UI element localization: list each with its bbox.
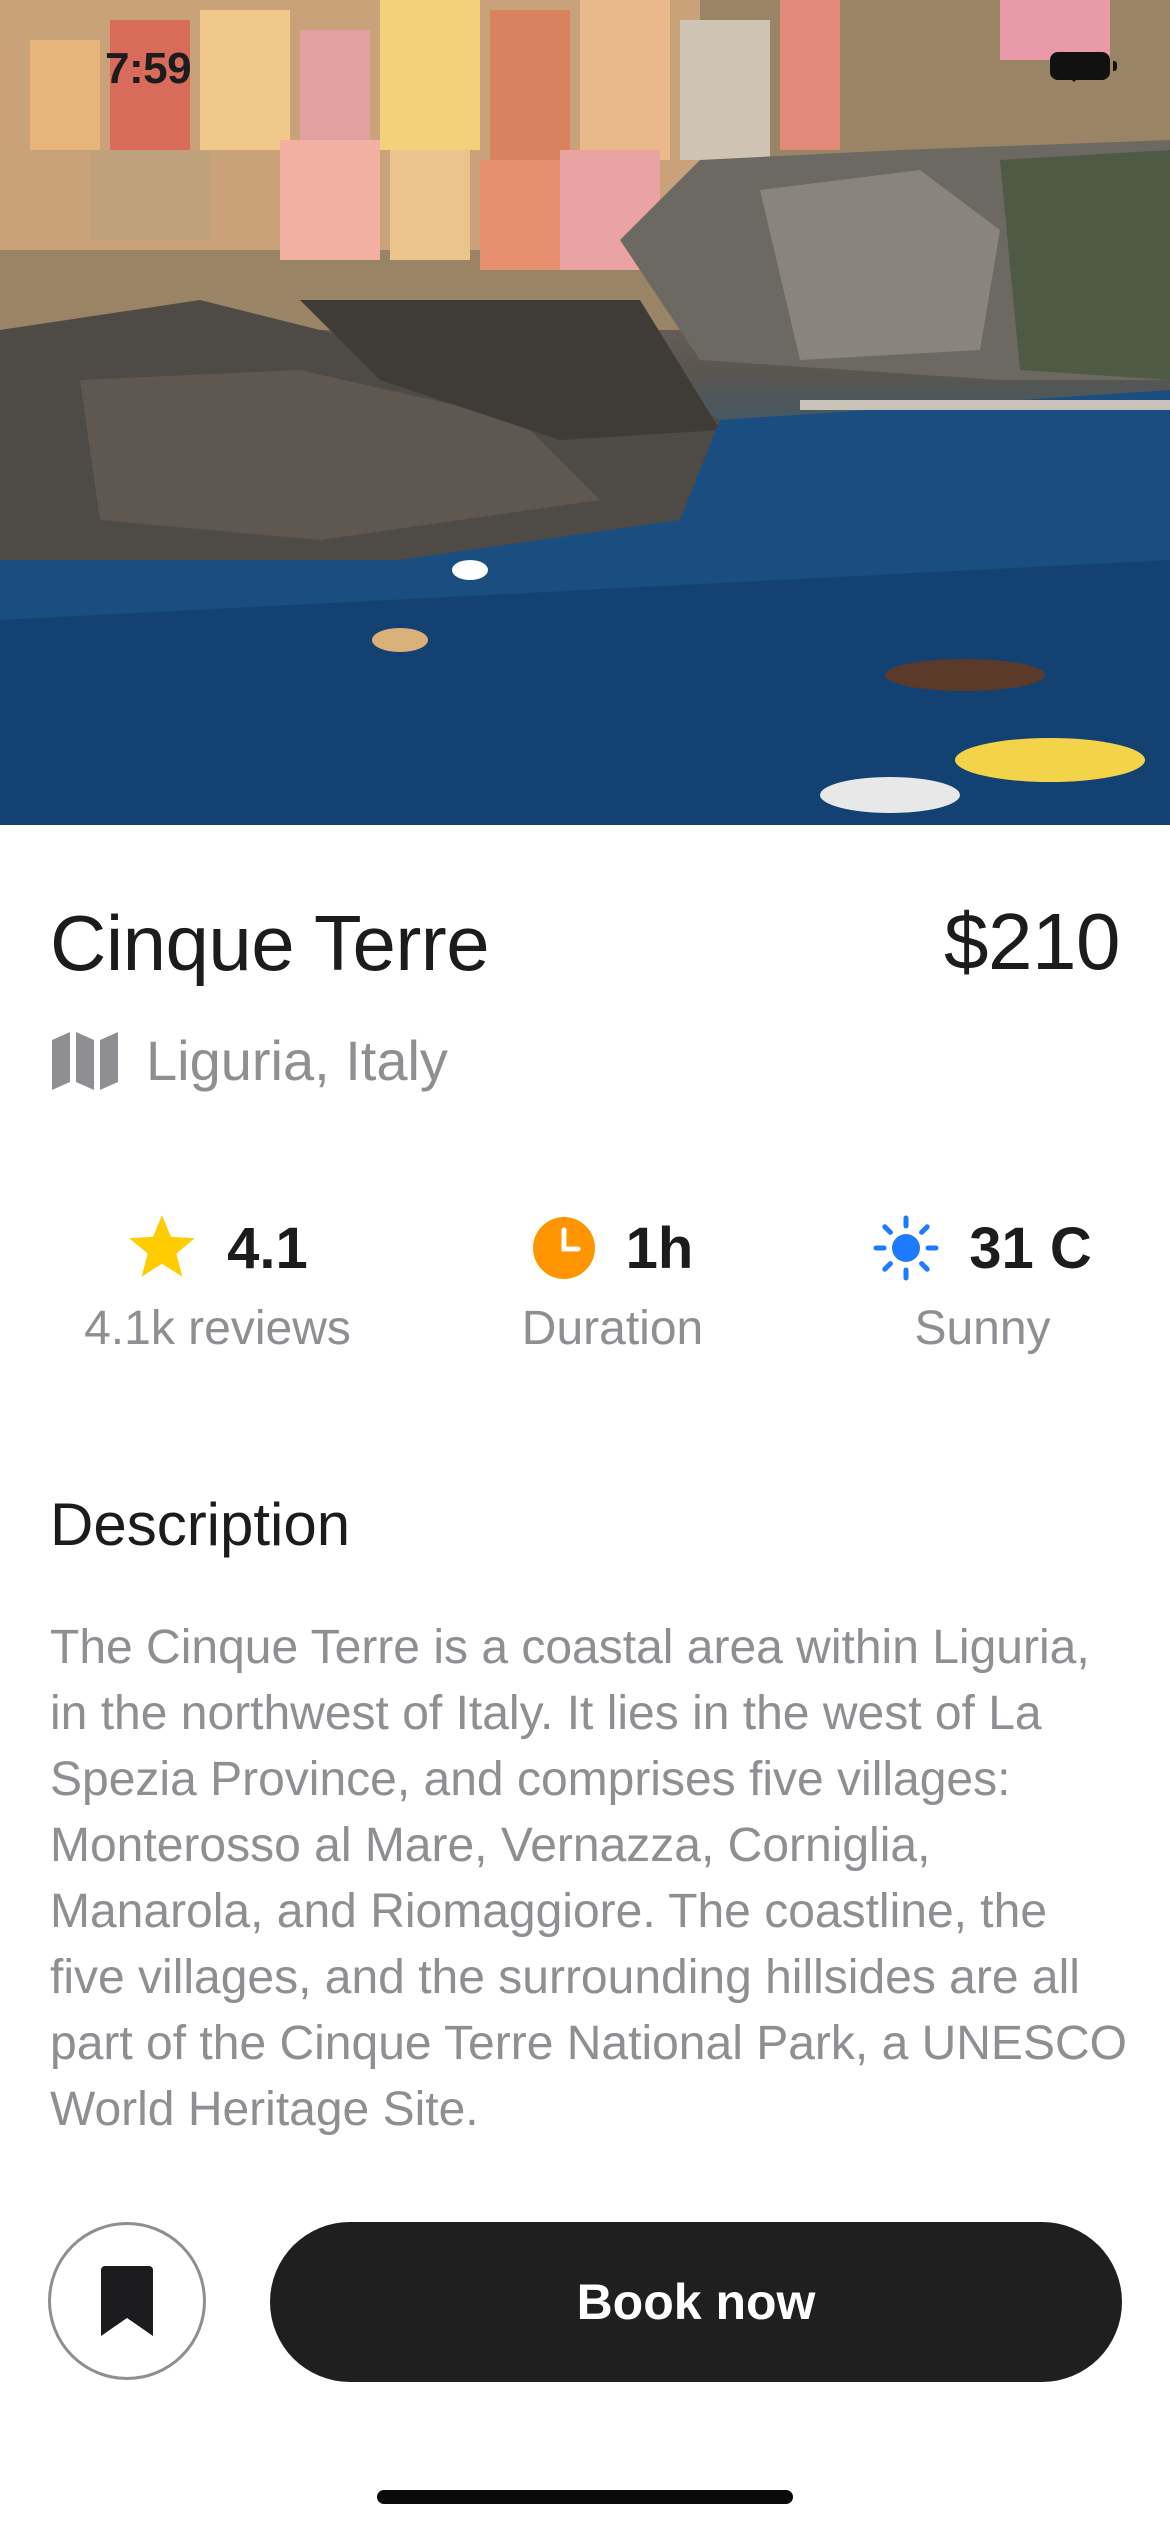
weather-value: 31 C [969, 1215, 1092, 1281]
description-text: The Cinque Terre is a coastal area withi… [50, 1621, 1127, 2136]
duration-caption: Duration [521, 1302, 704, 1355]
rating-caption: 4.1k reviews [84, 1302, 351, 1355]
clock-icon [532, 1217, 595, 1279]
description-heading: Description [50, 1491, 351, 1558]
place-title: Cinque Terre [50, 899, 490, 987]
duration-stat: 1h Duration [430, 1205, 795, 1356]
hero-image: 7:59 [0, 0, 1170, 825]
place-location: Liguria, Italy [52, 1028, 448, 1093]
sun-icon [873, 1215, 939, 1281]
duration-value: 1h [625, 1215, 694, 1281]
weather-caption: Sunny [914, 1302, 1051, 1355]
book-now-button[interactable]: Book now [270, 2222, 1122, 2382]
map-icon [52, 1031, 118, 1090]
star-icon [129, 1215, 195, 1277]
home-indicator[interactable] [377, 2490, 793, 2504]
bookmark-icon [101, 2266, 153, 2336]
bookmark-button[interactable] [48, 2222, 206, 2380]
rating-value: 4.1 [227, 1215, 308, 1281]
place-price: $210 [944, 897, 1120, 986]
location-text: Liguria, Italy [146, 1029, 448, 1092]
weather-stat: 31 C Sunny [815, 1205, 1150, 1356]
battery-icon [1050, 52, 1117, 80]
status-indicators [1050, 52, 1117, 82]
status-time: 7:59 [105, 44, 192, 93]
hero-photo [0, 0, 1170, 825]
rating-stat: 4.1 4.1k reviews [40, 1205, 395, 1356]
